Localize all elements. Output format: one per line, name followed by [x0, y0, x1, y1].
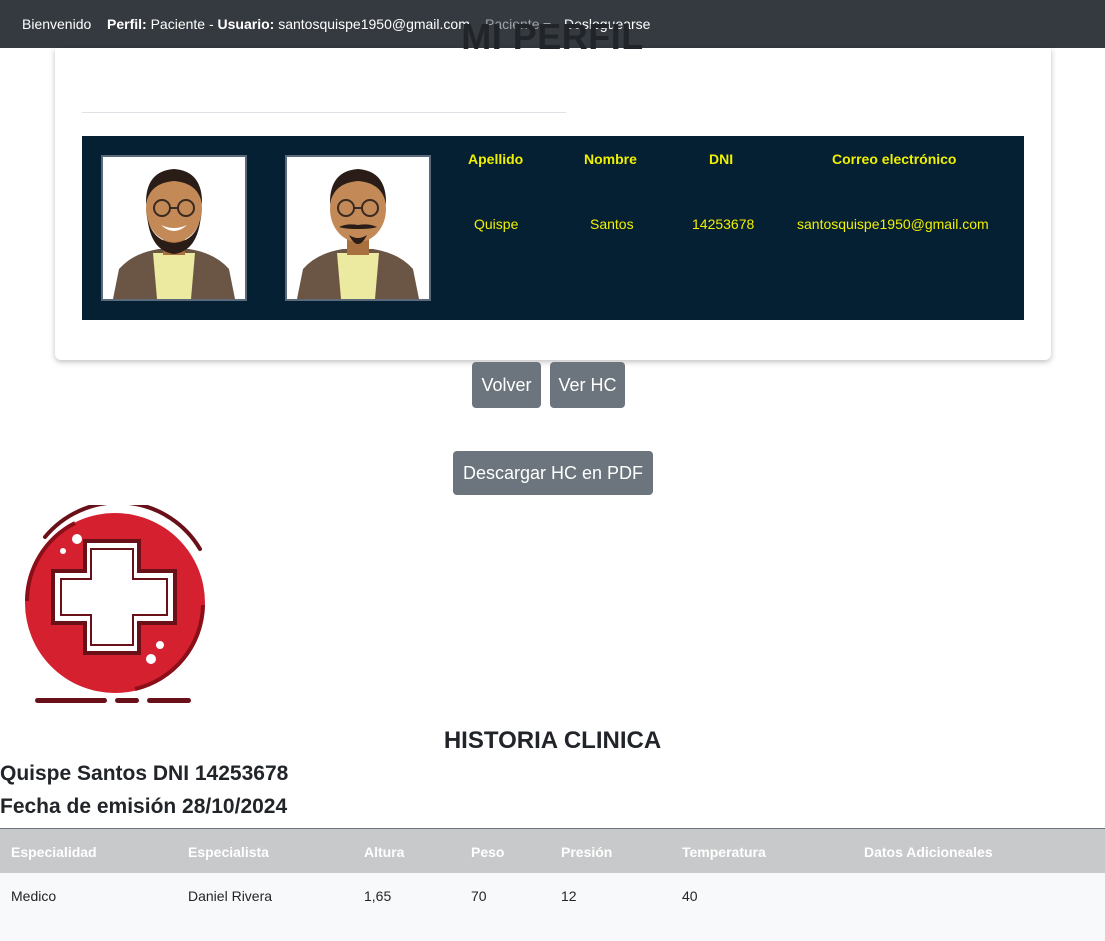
cell-temperatura: 40	[682, 888, 698, 904]
col-especialidad: Especialidad	[11, 844, 97, 860]
col-peso: Peso	[471, 844, 505, 860]
avatar-secondary	[285, 155, 431, 301]
historia-date-line: Fecha de emisión 28/10/2024	[0, 795, 288, 818]
col-especialista: Especialista	[188, 844, 269, 860]
ver-hc-button[interactable]: Ver HC	[550, 362, 625, 408]
historia-title: HISTORIA CLINICA	[443, 727, 662, 754]
historia-patient-line: Quispe Santos DNI 14253678	[0, 762, 289, 785]
table-header: Especialidad Especialista Altura Peso Pr…	[0, 828, 1105, 874]
medical-cross-icon	[15, 500, 215, 710]
header-apellido: Apellido	[468, 151, 524, 167]
table-row: Medico Daniel Rivera 1,65 70 12 40	[0, 873, 1105, 941]
value-nombre: Santos	[590, 216, 634, 232]
volver-button[interactable]: Volver	[472, 362, 541, 408]
value-apellido: Quispe	[474, 216, 519, 232]
cell-especialista: Daniel Rivera	[188, 888, 273, 904]
col-presion: Presión	[561, 844, 613, 860]
cell-peso: 70	[471, 888, 487, 904]
cell-altura: 1,65	[364, 888, 392, 904]
avatar-primary	[101, 155, 247, 301]
header-dni: DNI	[709, 151, 734, 167]
header-nombre: Nombre	[584, 151, 637, 167]
cell-especialidad: Medico	[11, 888, 57, 904]
cell-presion: 12	[561, 888, 577, 904]
value-dni: 14253678	[692, 216, 755, 232]
title-divider	[82, 112, 566, 113]
col-datos-adicionales: Datos Adicioneales	[864, 844, 993, 860]
page-title: MI PERFIL	[461, 16, 644, 57]
value-correo: santosquispe1950@gmail.com	[797, 216, 989, 232]
header-correo: Correo electrónico	[832, 151, 957, 167]
col-temperatura: Temperatura	[682, 844, 766, 860]
download-pdf-button[interactable]: Descargar HC en PDF	[453, 451, 653, 495]
col-altura: Altura	[364, 844, 405, 860]
